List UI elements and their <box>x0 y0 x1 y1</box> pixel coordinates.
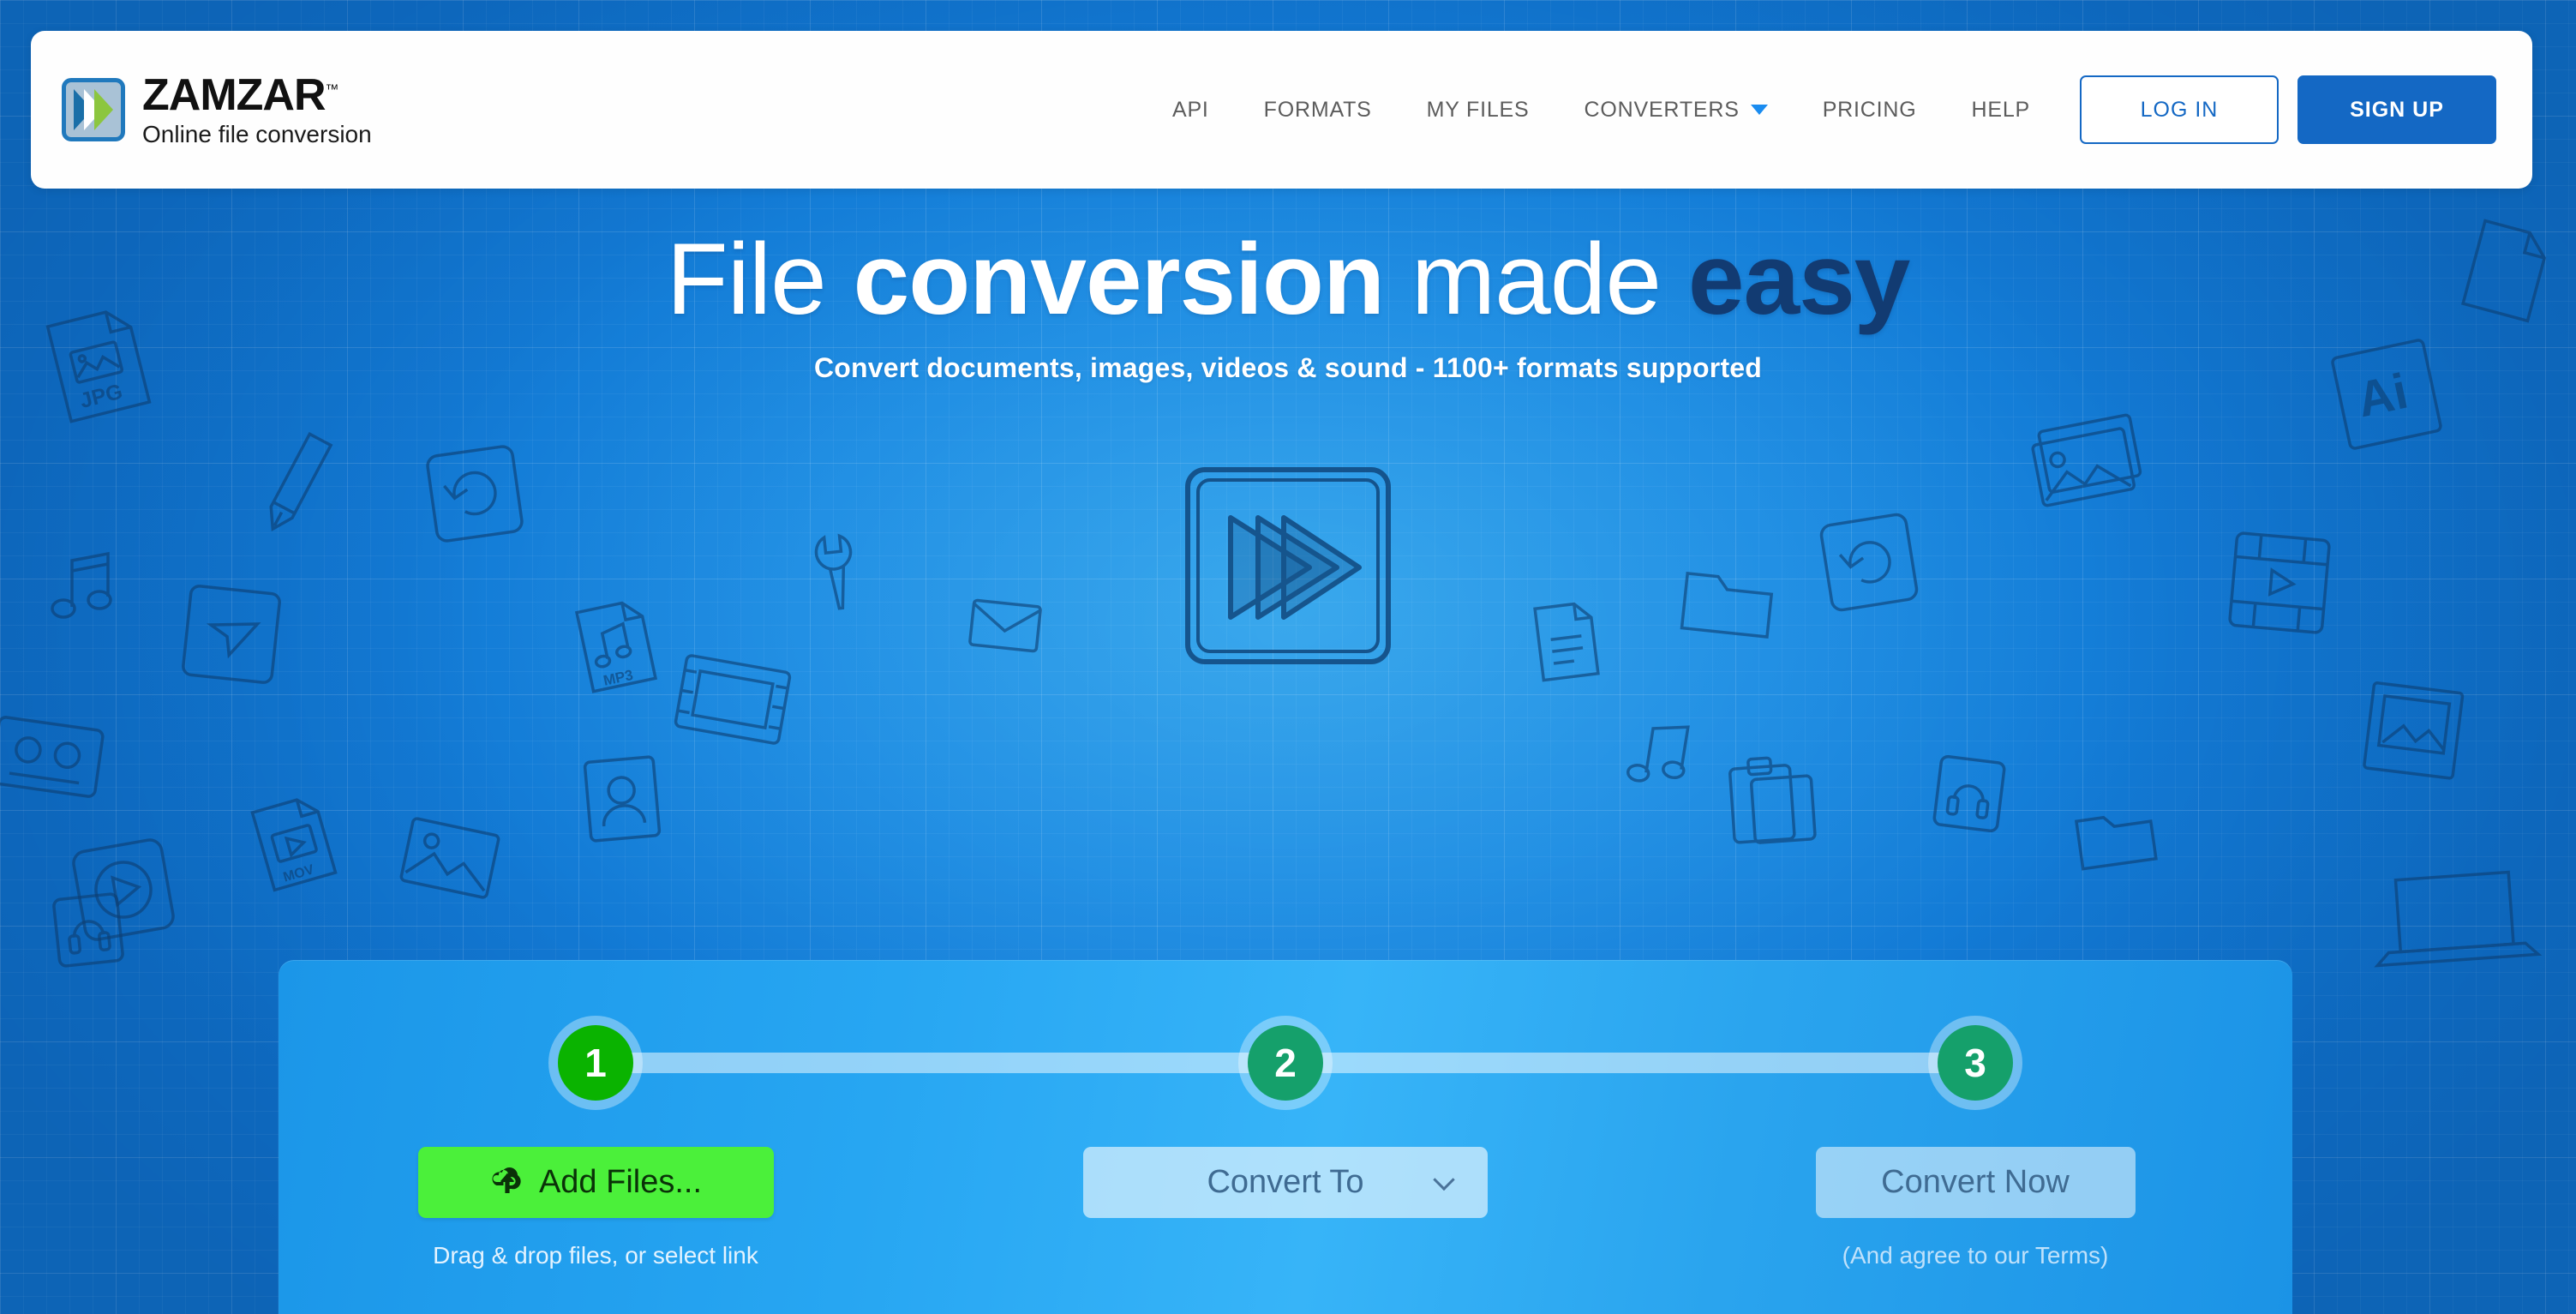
hero-section: File conversion made easy Convert docume… <box>0 226 2576 384</box>
headline-part-2: conversion <box>853 223 1386 336</box>
terms-hint: (And agree to our Terms) <box>1842 1242 2109 1269</box>
fast-forward-sketch-icon <box>1181 463 1395 673</box>
cloud-upload-icon <box>489 1162 525 1203</box>
add-files-hint: Drag & drop files, or select link <box>433 1242 758 1269</box>
nav-formats-label: FORMATS <box>1263 97 1372 122</box>
headline-part-1: File <box>666 223 854 336</box>
add-files-label: Add Files... <box>538 1164 703 1200</box>
hero-subtitle: Convert documents, images, videos & soun… <box>813 351 1763 383</box>
converter-actions: Add Files... Drag & drop files, or selec… <box>279 1147 2292 1314</box>
nav-api-label: API <box>1171 97 1209 122</box>
brand-name-text: ZAMZAR <box>142 70 326 120</box>
nav-pricing-label: PRICING <box>1822 97 1917 122</box>
nav-help[interactable]: HELP <box>1944 98 2058 123</box>
brand-name: ZAMZAR™ <box>142 73 372 117</box>
add-files-column: Add Files... Drag & drop files, or selec… <box>403 1147 788 1269</box>
step-3[interactable]: 3 <box>1938 1025 2013 1101</box>
brand-tagline: Online file conversion <box>142 121 372 147</box>
nav-my-files[interactable]: MY FILES <box>1399 98 1557 123</box>
nav-help-label: HELP <box>1971 97 2030 122</box>
terms-hint-text[interactable]: (And agree to our Terms) <box>1842 1242 2109 1269</box>
main-navigation: API FORMATS MY FILES CONVERTERS PRICING … <box>1145 75 2496 144</box>
step-1[interactable]: 1 <box>558 1025 633 1101</box>
convert-now-button[interactable]: Convert Now <box>1815 1147 2136 1218</box>
convert-to-column: Convert To <box>1083 1147 1488 1218</box>
page-title: File conversion made easy <box>0 226 2576 333</box>
nav-my-files-label: MY FILES <box>1426 97 1530 122</box>
add-files-button[interactable]: Add Files... <box>417 1147 774 1218</box>
chevron-down-icon <box>1433 1168 1455 1191</box>
nav-api[interactable]: API <box>1145 98 1237 123</box>
signup-button[interactable]: SIGN UP <box>2297 75 2496 144</box>
trademark-symbol: ™ <box>325 82 339 98</box>
nav-converters-label: CONVERTERS <box>1584 97 1740 122</box>
convert-to-select[interactable]: Convert To <box>1083 1147 1488 1218</box>
converter-panel: 1 2 3 Add Files... Drag & drop files, or… <box>279 960 2292 1314</box>
logo[interactable]: ZAMZAR™ Online file conversion <box>62 73 372 147</box>
site-header: ZAMZAR™ Online file conversion API FORMA… <box>31 31 2532 189</box>
login-button[interactable]: LOG IN <box>2080 75 2279 144</box>
nav-pricing[interactable]: PRICING <box>1795 98 1944 123</box>
double-chevron-logo-icon <box>62 78 125 141</box>
step-2[interactable]: 2 <box>1248 1025 1323 1101</box>
nav-formats[interactable]: FORMATS <box>1237 98 1399 123</box>
headline-part-3: made <box>1384 223 1688 336</box>
step-progress-bar: 1 2 3 <box>279 1025 2292 1101</box>
convert-to-label: Convert To <box>1207 1164 1364 1200</box>
headline-part-4: easy <box>1687 223 1911 336</box>
add-files-hint-text[interactable]: Drag & drop files, or select link <box>433 1242 758 1269</box>
chevron-down-icon <box>1750 105 1768 115</box>
nav-converters[interactable]: CONVERTERS <box>1557 98 1795 123</box>
convert-now-column: Convert Now (And agree to our Terms) <box>1782 1147 2168 1269</box>
